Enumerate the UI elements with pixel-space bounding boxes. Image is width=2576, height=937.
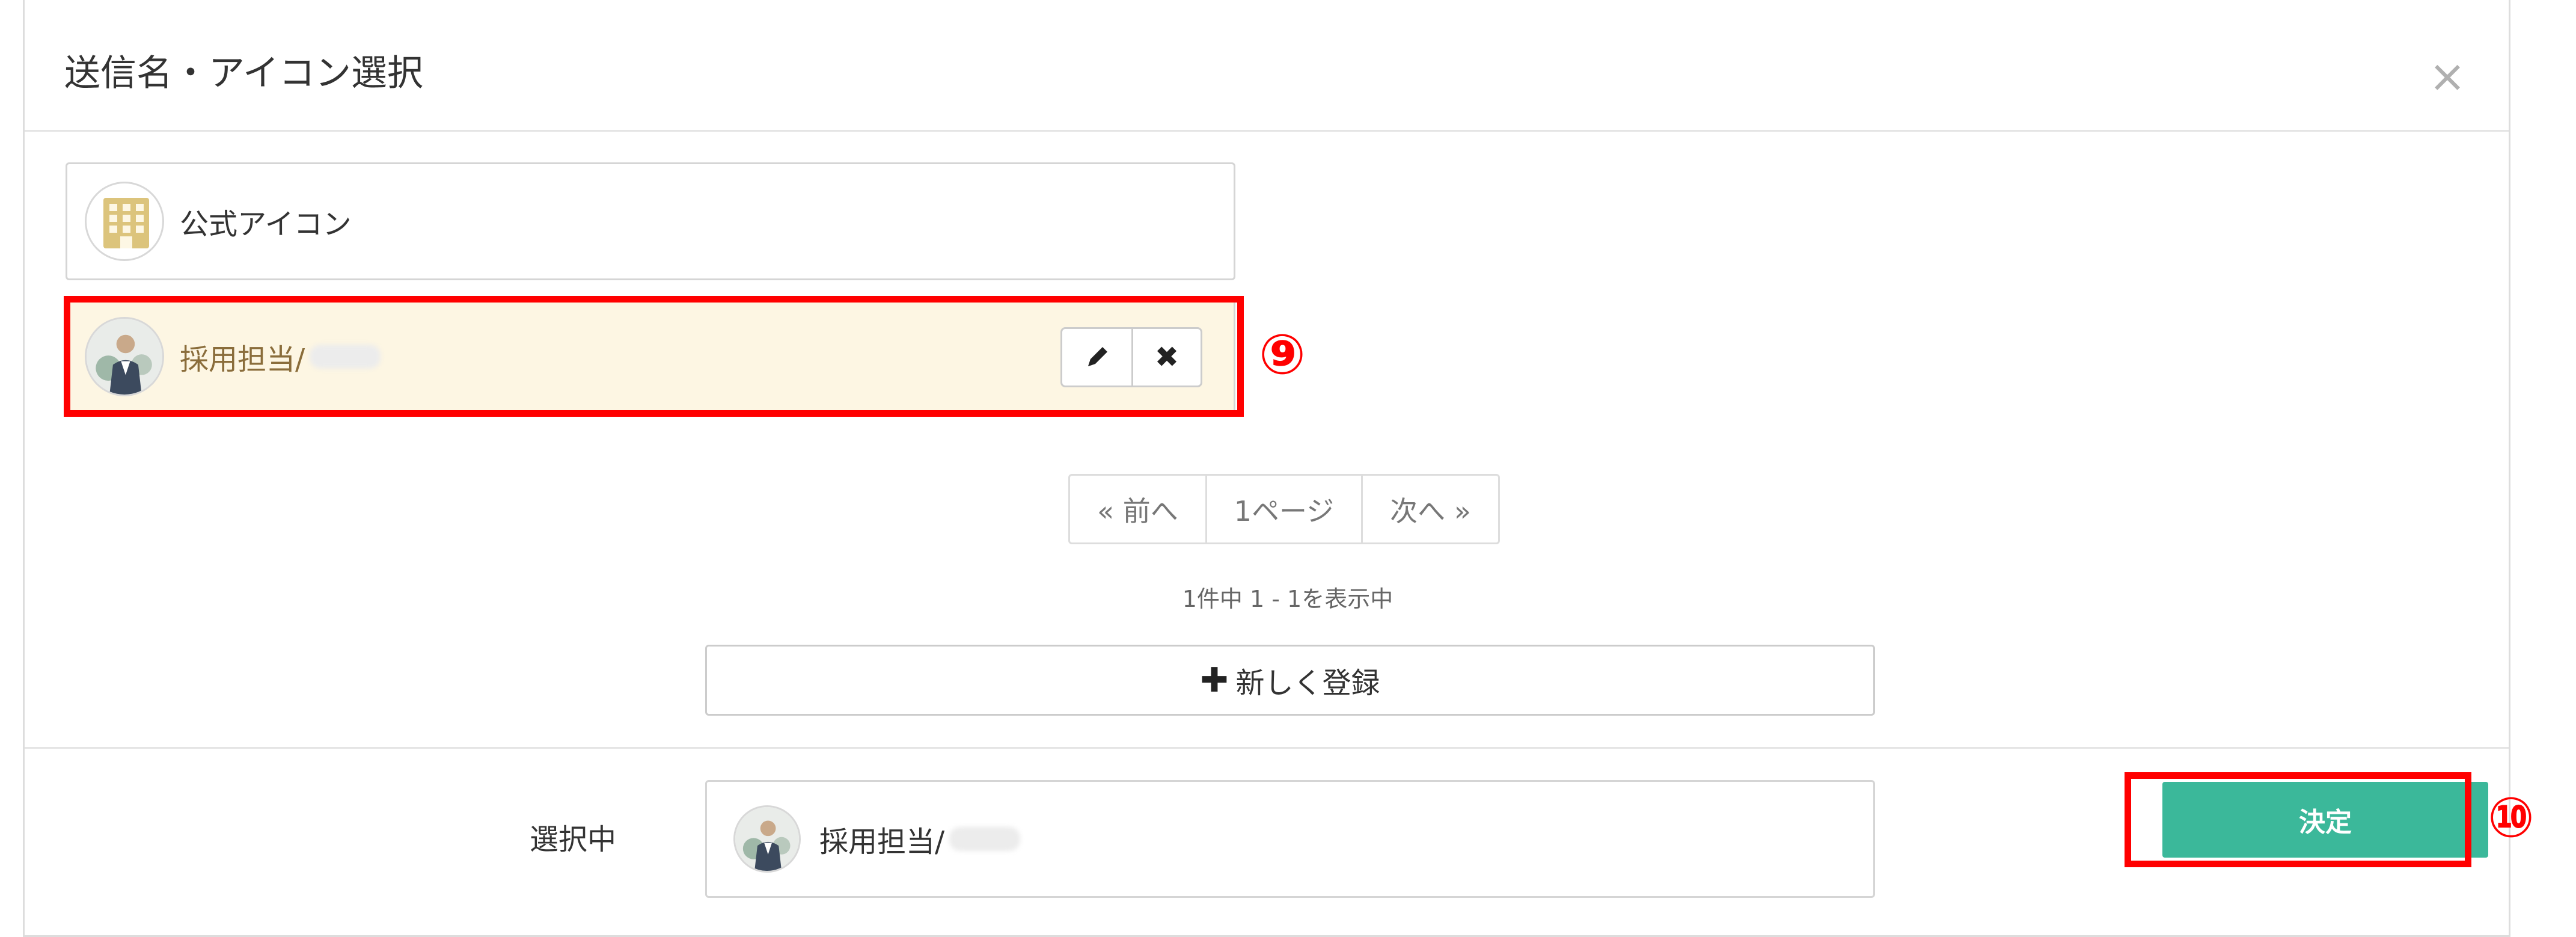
prev-page-button[interactable]: « 前へ — [1070, 476, 1205, 542]
person-avatar-icon — [733, 805, 801, 873]
pagination: « 前へ 1ページ 次へ » — [1068, 474, 1500, 544]
blurred-name — [949, 827, 1021, 851]
selected-sender-name: 採用担当/ — [819, 782, 1021, 896]
dialog-title: 送信名・アイコン選択 — [64, 52, 423, 94]
sender-item-official[interactable]: 公式アイコン — [66, 162, 1235, 280]
sender-item-recruiter[interactable]: 採用担当/ ✖ — [66, 298, 1235, 416]
annotation-marker-10: ⑩ — [2488, 785, 2535, 850]
building-icon — [85, 182, 164, 261]
annotation-marker-9: ⑨ — [1259, 322, 1306, 387]
result-count: 1件中 1 - 1を表示中 — [1182, 586, 1394, 612]
register-label: 新しく登録 — [1235, 666, 1380, 700]
next-page-button[interactable]: 次へ » — [1361, 476, 1498, 542]
dialog-header: 送信名・アイコン選択 × — [25, 0, 2509, 132]
footer-divider — [25, 747, 2509, 749]
current-page: 1ページ — [1205, 476, 1361, 542]
close-icon[interactable]: × — [2426, 54, 2468, 99]
selection-label: 選択中 — [530, 823, 617, 856]
delete-button[interactable]: ✖ — [1131, 329, 1201, 386]
current-selection: 採用担当/ — [705, 780, 1875, 898]
sender-actions: ✖ — [1060, 327, 1202, 387]
sender-name: 公式アイコン — [180, 207, 352, 241]
pencil-icon — [1088, 347, 1107, 366]
sender-name: 採用担当/ — [180, 300, 381, 414]
sender-select-dialog: 送信名・アイコン選択 × 公式アイコン 採用担当/ ✖ « 前へ 1ページ 次へ… — [23, 0, 2510, 937]
edit-button[interactable] — [1062, 329, 1131, 386]
person-avatar-icon — [85, 317, 164, 396]
register-new-button[interactable]: ✚ 新しく登録 — [705, 645, 1875, 716]
plus-icon: ✚ — [1200, 660, 1229, 700]
blurred-name — [310, 345, 381, 369]
confirm-button[interactable]: 決定 — [2162, 782, 2488, 858]
